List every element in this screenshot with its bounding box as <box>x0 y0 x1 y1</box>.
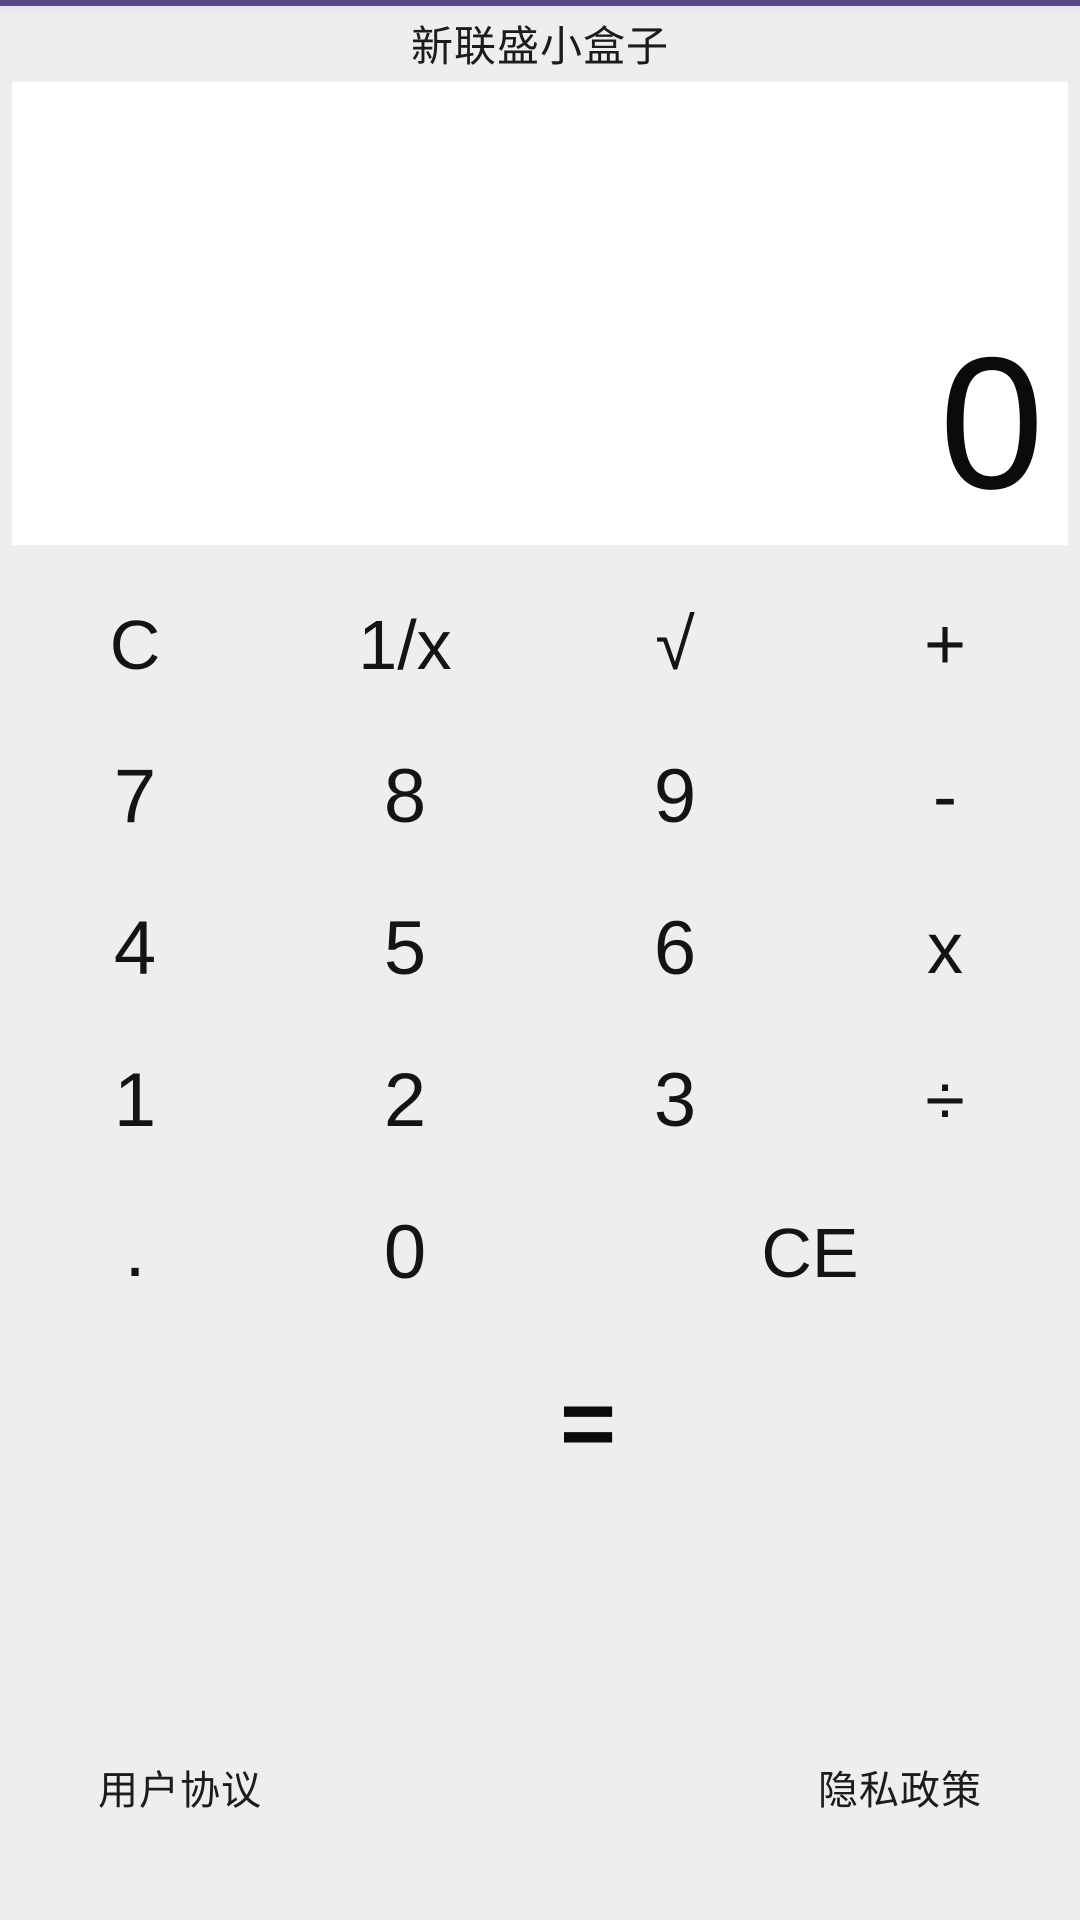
key-2[interactable]: 2 <box>270 1025 540 1177</box>
titlebar: 新联盛小盒子 <box>0 11 1080 82</box>
keypad-row-2: 7 8 9 - <box>0 721 1080 873</box>
key-0[interactable]: 0 <box>270 1177 540 1329</box>
calculator-app: 新联盛小盒子 0 C 1/x √ + 7 8 9 - 4 5 6 x 1 2 3… <box>0 0 1080 1920</box>
key-subtract[interactable]: - <box>810 721 1080 873</box>
keypad-row-4: 1 2 3 ÷ <box>0 1025 1080 1177</box>
key-8[interactable]: 8 <box>270 721 540 873</box>
key-decimal-point[interactable]: . <box>0 1177 270 1329</box>
key-clear[interactable]: C <box>0 569 270 721</box>
key-6[interactable]: 6 <box>540 873 810 1025</box>
key-divide[interactable]: ÷ <box>810 1025 1080 1177</box>
key-1[interactable]: 1 <box>0 1025 270 1177</box>
key-3[interactable]: 3 <box>540 1025 810 1177</box>
keypad-row-5: . 0 CE <box>0 1177 1080 1329</box>
key-add[interactable]: + <box>810 569 1080 721</box>
keypad-row-1: C 1/x √ + <box>0 569 1080 721</box>
key-equals[interactable]: = <box>500 1376 676 1472</box>
key-4[interactable]: 4 <box>0 873 270 1025</box>
key-7[interactable]: 7 <box>0 721 270 873</box>
key-reciprocal[interactable]: 1/x <box>270 569 540 721</box>
link-user-agreement[interactable]: 用户协议 <box>0 1758 560 1816</box>
footer: 用户协议 隐私政策 <box>0 1680 1080 1920</box>
calculator-display: 0 <box>12 82 1068 545</box>
key-sqrt[interactable]: √ <box>540 569 810 721</box>
keypad: C 1/x √ + 7 8 9 - 4 5 6 x 1 2 3 ÷ . 0 CE <box>0 545 1080 1519</box>
key-multiply[interactable]: x <box>810 873 1080 1025</box>
link-privacy-policy[interactable]: 隐私政策 <box>560 1758 1080 1816</box>
keypad-row-equals: = <box>0 1329 1080 1519</box>
key-5[interactable]: 5 <box>270 873 540 1025</box>
display-value: 0 <box>939 318 1044 529</box>
keypad-row-3: 4 5 6 x <box>0 873 1080 1025</box>
key-9[interactable]: 9 <box>540 721 810 873</box>
page-title: 新联盛小盒子 <box>410 22 669 70</box>
key-clear-entry[interactable]: CE <box>540 1177 1080 1329</box>
